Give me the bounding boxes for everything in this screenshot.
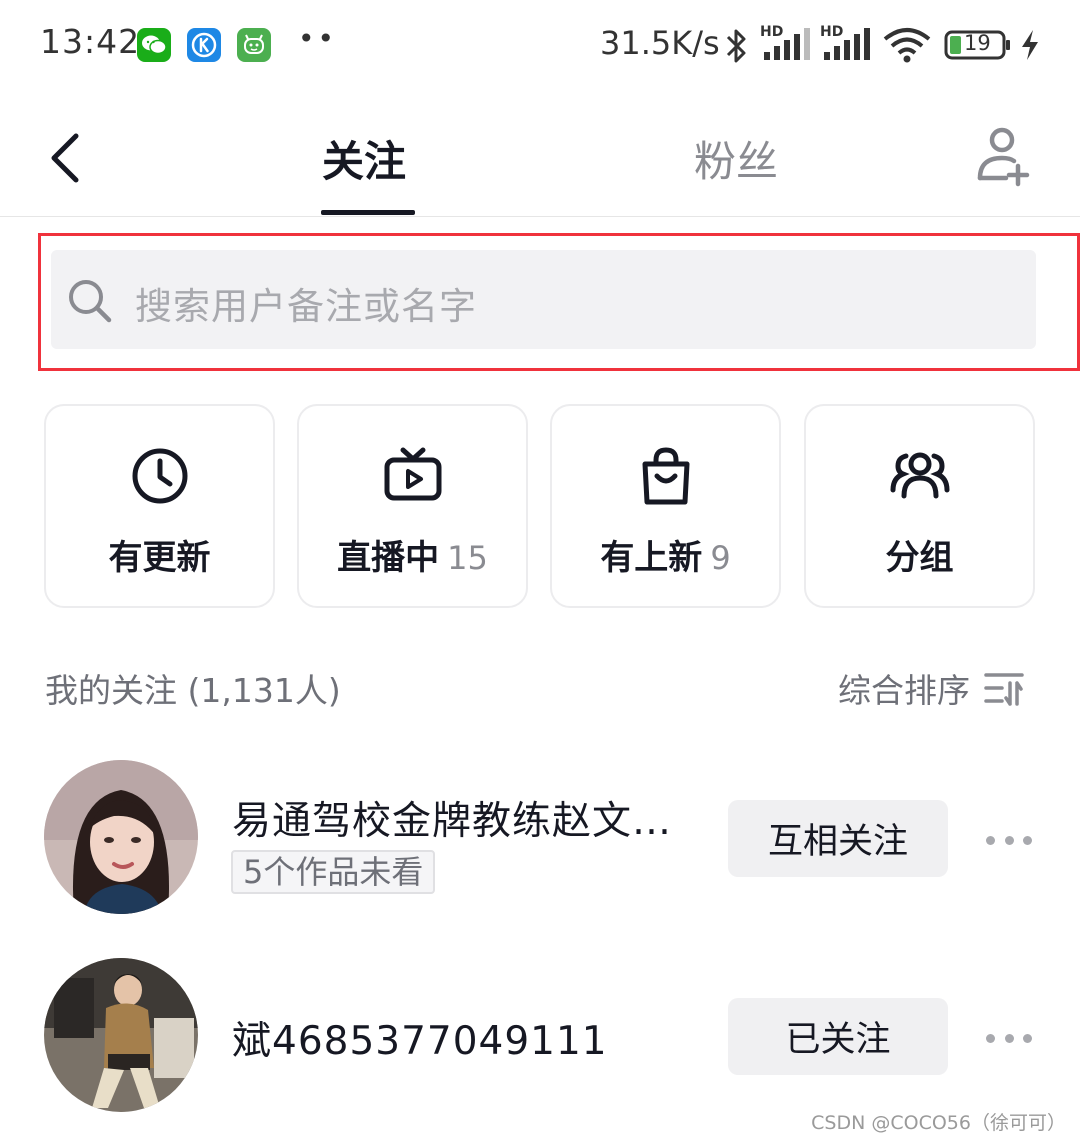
group-icon — [890, 452, 949, 499]
card-new-products-text: 有上新 — [600, 538, 703, 578]
card-updated-label: 有更新 — [46, 530, 273, 579]
bluetooth-icon — [726, 29, 746, 63]
card-new-products-count: 9 — [710, 539, 731, 577]
charging-icon — [1022, 30, 1038, 60]
shopping-bag-icon — [642, 447, 689, 505]
more-options-button[interactable] — [986, 1028, 1032, 1048]
tab-fans[interactable]: 粉丝 — [694, 128, 778, 189]
battery-level: 19 — [964, 31, 991, 55]
card-groups-text: 分组 — [885, 538, 954, 578]
back-button[interactable] — [40, 128, 90, 188]
tv-play-icon — [384, 447, 441, 501]
sort-button[interactable]: 综合排序 — [838, 664, 1024, 712]
dot-icon — [1023, 835, 1032, 845]
list-item[interactable]: 斌4685377049111 已关注 — [0, 958, 1080, 1118]
search-placeholder: 搜索用户备注或名字 — [135, 285, 477, 328]
card-updated-text: 有更新 — [108, 538, 211, 578]
tab-following[interactable]: 关注 — [322, 128, 406, 189]
active-tab-indicator — [321, 210, 415, 215]
more-options-button[interactable] — [986, 830, 1032, 850]
card-new-products-label: 有上新 9 — [552, 530, 779, 579]
watermark: CSDN @COCO56（徐可可） — [811, 1112, 1066, 1134]
dot-icon — [986, 835, 995, 845]
card-live-text: 直播中 — [337, 538, 440, 578]
search-input[interactable]: 搜索用户备注或名字 — [51, 250, 1036, 349]
dot-icon — [1004, 1033, 1014, 1043]
signal-1-icon: HD — [760, 24, 812, 62]
dot-icon — [1004, 835, 1014, 845]
search-icon — [69, 280, 112, 323]
wechat-icon — [137, 28, 171, 62]
battery-icon: 19 — [944, 30, 1012, 60]
add-friend-button[interactable] — [972, 124, 1036, 188]
user-name[interactable]: 易通驾校金牌教练赵文… — [232, 790, 672, 846]
status-bar: 13:42 •• 31.5K/s HD HD 19 — [0, 0, 1080, 90]
header: 关注 粉丝 — [0, 100, 1080, 217]
card-new-products[interactable]: 有上新 9 — [550, 404, 781, 608]
following-count-title: 我的关注 (1,131人) — [45, 671, 341, 710]
wifi-icon — [883, 28, 931, 63]
dot-icon — [1023, 1033, 1032, 1043]
sort-icon — [984, 673, 1024, 706]
card-live[interactable]: 直播中 15 — [297, 404, 528, 608]
robot-app-icon — [237, 28, 271, 62]
unwatched-works-badge: 5个作品未看 — [231, 850, 436, 894]
list-item[interactable]: 易通驾校金牌教练赵文… 互相关注 — [0, 760, 1080, 920]
following-button[interactable]: 已关注 — [728, 998, 948, 1075]
card-groups-label: 分组 — [806, 530, 1033, 579]
status-more-dots: •• — [298, 22, 338, 55]
card-live-label: 直播中 15 — [299, 530, 526, 579]
mutual-follow-button[interactable]: 互相关注 — [728, 800, 948, 877]
status-time: 13:42 — [40, 22, 141, 61]
network-speed: 31.5K/s — [600, 24, 720, 62]
sort-label: 综合排序 — [838, 671, 970, 710]
card-groups[interactable]: 分组 — [804, 404, 1035, 608]
dot-icon — [986, 1033, 995, 1043]
user-name[interactable]: 斌4685377049111 — [232, 1010, 608, 1066]
signal-2-icon: HD — [820, 24, 872, 62]
avatar[interactable] — [44, 958, 198, 1112]
card-live-count: 15 — [447, 539, 488, 577]
k-app-icon — [187, 28, 221, 62]
avatar[interactable] — [44, 760, 198, 914]
clock-icon — [132, 448, 187, 504]
card-updated[interactable]: 有更新 — [44, 404, 275, 608]
